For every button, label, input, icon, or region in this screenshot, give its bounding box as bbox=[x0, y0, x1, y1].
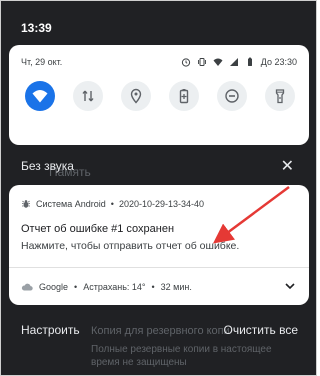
notification-app-name: Система Android bbox=[36, 199, 106, 209]
data-arrows-icon bbox=[82, 90, 94, 102]
separator-dot: • bbox=[151, 282, 155, 292]
wifi-signal-icon bbox=[213, 58, 223, 66]
flashlight-tile[interactable] bbox=[265, 81, 295, 111]
status-clock: 13:39 bbox=[21, 21, 52, 35]
bottom-actions: Копия для резервного копи Полные резервн… bbox=[1, 315, 316, 375]
weather-notification[interactable]: Google • Астрахань: 14° • 32 мин. bbox=[21, 279, 297, 295]
battery-label: До 23:30 bbox=[260, 57, 297, 67]
notification-header: Система Android • 2020-10-29-13-34-40 bbox=[21, 197, 297, 211]
weather-city-temp: Астрахань: 14° bbox=[83, 282, 146, 292]
wifi-tile[interactable] bbox=[25, 81, 55, 111]
cloud-icon bbox=[21, 283, 33, 291]
chevron-down-icon[interactable] bbox=[283, 279, 297, 293]
battery-icon bbox=[247, 57, 252, 66]
bug-icon bbox=[22, 200, 30, 208]
wifi-icon bbox=[32, 90, 48, 103]
quick-settings-tiles bbox=[25, 81, 295, 121]
separator-dot: • bbox=[74, 282, 78, 292]
weather-app-name: Google bbox=[39, 282, 69, 292]
flashlight-icon bbox=[275, 89, 285, 104]
weather-time-ago: 32 мин. bbox=[160, 282, 192, 292]
notification-title: Отчет об ошибке #1 сохранен bbox=[21, 223, 175, 235]
notification-body: Нажмите, чтобы отправить отчет об ошибке… bbox=[21, 240, 240, 252]
bug-report-notification[interactable]: Система Android • 2020-10-29-13-34-40 От… bbox=[9, 185, 309, 305]
obscured-backup-line: Полные резервные копии в настоящее bbox=[91, 344, 272, 355]
mobile-data-tile[interactable] bbox=[73, 81, 103, 111]
clear-all-button[interactable]: Очистить все bbox=[224, 323, 298, 337]
manage-button[interactable]: Настроить bbox=[21, 323, 80, 337]
vibrate-icon bbox=[197, 58, 206, 66]
location-tile[interactable] bbox=[121, 81, 151, 111]
date-label[interactable]: Чт, 29 окт. bbox=[21, 57, 62, 67]
status-bar: 13:39 bbox=[1, 1, 316, 41]
cell-signal-icon bbox=[229, 58, 238, 66]
separator-dot: • bbox=[110, 199, 114, 209]
do-not-disturb-icon bbox=[225, 89, 239, 103]
obscured-backup-line: время не защищены bbox=[91, 357, 187, 368]
obscured-backup-title: Копия для резервного копи bbox=[91, 325, 230, 337]
close-icon[interactable]: ✕ bbox=[281, 156, 294, 176]
silent-section-label: Без звука bbox=[21, 159, 74, 173]
obscured-backup-text: Полные резервные копии в настоящее время… bbox=[91, 343, 272, 369]
status-icons: До 23:30 bbox=[181, 57, 297, 67]
notification-shade: 13:39 Чт, 29 окт. До 23:30 Память Без зв… bbox=[0, 0, 317, 376]
quick-settings-header: Чт, 29 окт. До 23:30 bbox=[21, 57, 297, 71]
do-not-disturb-tile[interactable] bbox=[217, 81, 247, 111]
battery-saver-tile[interactable] bbox=[169, 81, 199, 111]
silent-section-header: Память Без звука ✕ bbox=[1, 151, 316, 181]
quick-settings-panel: Чт, 29 окт. До 23:30 bbox=[9, 45, 309, 145]
location-icon bbox=[130, 88, 142, 104]
divider bbox=[9, 267, 309, 268]
notification-timestamp: 2020-10-29-13-34-40 bbox=[118, 199, 204, 209]
alarm-icon bbox=[181, 58, 190, 67]
battery-saver-icon bbox=[179, 89, 189, 104]
